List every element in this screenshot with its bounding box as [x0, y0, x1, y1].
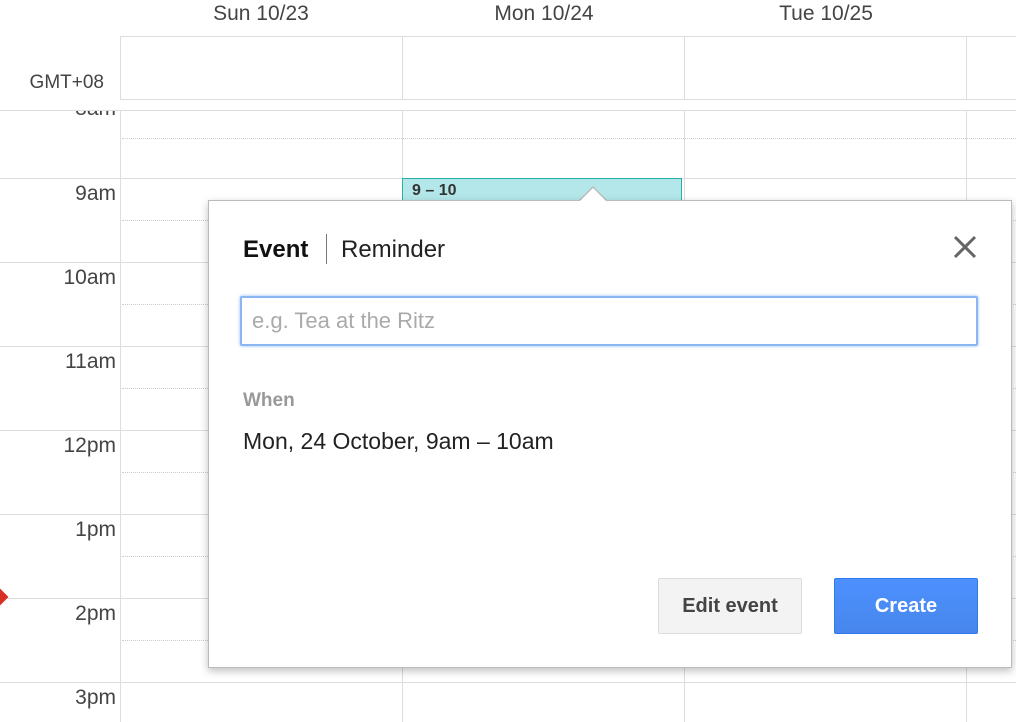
day-header-label: Tue 10/25 [779, 2, 873, 25]
create-button[interactable]: Create [834, 578, 978, 634]
bubble-arrow-inner [579, 188, 607, 202]
time-label-12pm: 12pm [63, 434, 116, 457]
all-day-divider [402, 36, 403, 99]
day-header-mon[interactable]: Mon 10/24 [403, 0, 685, 30]
all-day-row[interactable] [120, 36, 1016, 100]
half-hour-line [122, 138, 1016, 139]
time-label-9am: 9am [75, 182, 116, 205]
close-icon-glyph [953, 235, 977, 259]
timezone-label: GMT+08 [29, 72, 104, 93]
time-label-2pm: 2pm [75, 602, 116, 625]
time-label-partial: 8am [0, 111, 120, 123]
close-icon[interactable] [948, 230, 982, 264]
calendar-week-view: Sun 10/23 Mon 10/24 Tue 10/25 GMT+08 8am… [0, 0, 1016, 722]
day-header-tue[interactable]: Tue 10/25 [685, 0, 967, 30]
when-label: When [243, 390, 295, 411]
tab-divider [326, 234, 327, 264]
hour-line [0, 682, 1016, 683]
when-value: Mon, 24 October, 9am – 10am [243, 428, 554, 454]
day-header-label: Sun 10/23 [213, 2, 309, 25]
day-header-label: Mon 10/24 [494, 2, 594, 25]
column-divider [120, 110, 121, 722]
time-label-3pm: 3pm [75, 686, 116, 709]
event-title-input[interactable] [240, 296, 978, 346]
time-label-10am: 10am [63, 266, 116, 289]
all-day-divider [684, 36, 685, 99]
tab-event[interactable]: Event [243, 236, 308, 264]
time-label-8am: 8am [75, 111, 116, 121]
all-day-divider [966, 36, 967, 99]
event-time-label: 9 – 10 [412, 182, 457, 199]
edit-event-button[interactable]: Edit event [658, 578, 802, 634]
time-label-11am: 11am [65, 350, 116, 373]
time-label-1pm: 1pm [75, 518, 116, 541]
grid-top-border [0, 110, 1016, 111]
all-day-divider [120, 36, 121, 99]
tab-reminder[interactable]: Reminder [341, 236, 445, 264]
day-header-sun[interactable]: Sun 10/23 [120, 0, 402, 30]
